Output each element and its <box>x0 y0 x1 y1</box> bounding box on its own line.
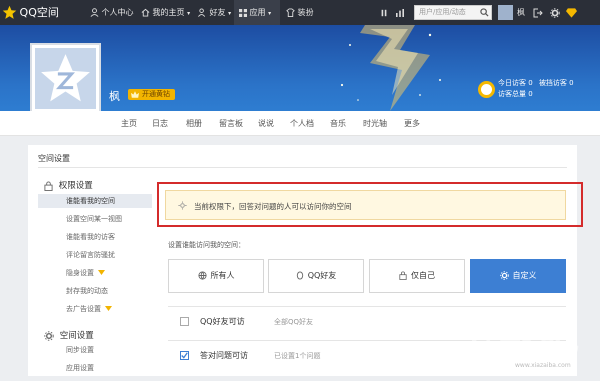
nav-profile[interactable]: 个人档 <box>290 111 314 136</box>
checkbox-qq-friends[interactable] <box>180 317 189 326</box>
sidebar-item-invisible[interactable]: 隐身设置 <box>38 266 152 280</box>
nav-shuoshuo[interactable]: 说说 <box>258 111 274 136</box>
home-icon <box>141 8 150 17</box>
search-icon[interactable] <box>480 0 489 25</box>
brand-text: QQ空间 <box>19 6 59 19</box>
checkbox-answer-question[interactable] <box>180 351 189 360</box>
my-homepage-link[interactable]: 我的主页 ▾ <box>141 0 190 25</box>
nav-blog[interactable]: 日志 <box>152 111 168 136</box>
sidebar-item-who-can-view[interactable]: 谁能看我的空间 <box>38 194 152 208</box>
nav-home[interactable]: 主页 <box>121 111 137 136</box>
nav-guestbook[interactable]: 留言板 <box>219 111 243 136</box>
chevron-down-icon: ▾ <box>187 10 191 17</box>
personal-center-label: 个人中心 <box>101 8 134 17</box>
avatar[interactable] <box>498 5 513 20</box>
row-label: 答对问题可访 <box>200 351 248 360</box>
pause-icon[interactable] <box>380 0 388 25</box>
my-homepage-label: 我的主页 <box>152 8 185 17</box>
invisible-label: 隐身设置 <box>66 269 94 277</box>
profile-avatar[interactable] <box>30 43 101 114</box>
permission-section: 权限设置 <box>44 179 93 191</box>
sidebar-item-apps[interactable]: 应用设置 <box>38 361 152 375</box>
lock-icon <box>44 181 53 191</box>
access-question: 设置谁能访问我的空间： <box>168 241 245 249</box>
total-visits-value: 0 <box>528 90 533 98</box>
gear-icon <box>44 330 54 341</box>
decorate-label: 装扮 <box>297 8 314 17</box>
friends-icon <box>198 8 206 17</box>
sidebar-item-remove-ads[interactable]: 去广告设置 <box>38 302 152 316</box>
gear-icon <box>499 271 509 280</box>
lock-icon <box>399 271 407 280</box>
row-sublabel: 全部QQ好友 <box>274 318 314 326</box>
space-section: 空间设置 <box>44 329 94 341</box>
apps-label: 应用 <box>249 8 266 17</box>
option-qq-friends[interactable]: QQ好友 <box>268 259 364 293</box>
sidebar-item-sync[interactable]: 同步设置 <box>38 343 152 357</box>
visits-today-label: 今日访客 <box>498 79 526 87</box>
shirt-icon <box>286 8 295 17</box>
option-only-me[interactable]: 仅自己 <box>369 259 465 293</box>
exit-icon[interactable] <box>533 0 543 25</box>
option-everyone-label: 所有人 <box>210 271 235 280</box>
watermark-url: www.xiazaiba.com <box>515 362 571 369</box>
visitor-badge-icon <box>478 81 495 98</box>
qzone-star-avatar-icon <box>41 54 90 102</box>
nav-more[interactable]: 更多 <box>404 111 420 136</box>
star-icon <box>2 5 17 19</box>
row-sublabel: 已设置1个问题 <box>274 352 321 360</box>
settings-sidebar: 权限设置 谁能看我的空间 设置空间某一视图 谁能看我的访客 评论留言防骚扰 隐身… <box>38 171 152 381</box>
gear-icon[interactable] <box>550 0 560 25</box>
visits-today-value: 0 <box>528 79 533 87</box>
blocked-visits-label: 被挡访客 <box>538 79 567 87</box>
remove-ads-label: 去广告设置 <box>66 305 101 313</box>
top-bar: QQ空间 个人中心 我的主页 ▾ 好友 ▾ 应用 ▾ 装扮 用户/应用/动态 枫 <box>0 0 600 25</box>
stats-icon[interactable] <box>395 0 405 25</box>
option-custom[interactable]: 自定义 <box>470 259 566 293</box>
permission-section-label: 权限设置 <box>58 181 93 191</box>
sidebar-item-archive[interactable]: 封存我的动态 <box>38 284 152 298</box>
nav-album[interactable]: 相册 <box>186 111 202 136</box>
highlight-box <box>157 182 583 227</box>
watermark: 下载吧 <box>455 315 581 361</box>
vip-open-label: 开通黄钻 <box>142 90 170 98</box>
sidebar-item-view-setting[interactable]: 设置空间某一视图 <box>38 212 152 226</box>
globe-icon <box>197 271 207 280</box>
row-label: QQ好友可访 <box>200 317 245 326</box>
decorate-link[interactable]: 装扮 <box>286 0 314 25</box>
vip-diamond-icon <box>98 270 105 275</box>
user-icon <box>90 8 99 17</box>
option-everyone[interactable]: 所有人 <box>168 259 264 293</box>
chevron-down-icon: ▾ <box>228 10 232 17</box>
sidebar-item-anti-spam[interactable]: 评论留言防骚扰 <box>38 248 152 262</box>
crown-icon <box>131 91 139 98</box>
friends-link[interactable]: 好友 ▾ <box>198 0 231 25</box>
blocked-visits-value: 0 <box>569 79 574 87</box>
check-icon <box>181 352 188 359</box>
personal-center-link[interactable]: 个人中心 <box>90 0 134 25</box>
option-only-me-label: 仅自己 <box>411 271 435 280</box>
penguin-icon <box>296 271 303 280</box>
space-section-label: 空间设置 <box>59 331 94 341</box>
nav-music[interactable]: 音乐 <box>330 111 346 136</box>
option-qq-friends-label: QQ好友 <box>307 271 337 280</box>
apps-grid-icon <box>239 8 247 17</box>
friends-label: 好友 <box>209 8 226 17</box>
qzone-logo[interactable]: QQ空间 <box>2 0 86 25</box>
profile-username[interactable]: 枫 <box>109 88 120 104</box>
nav-timeline[interactable]: 时光轴 <box>363 111 387 136</box>
divider <box>38 167 567 168</box>
profile-nav: 主页 日志 相册 留言板 说说 个人档 音乐 时光轴 更多 <box>0 111 600 136</box>
panel-title: 空间设置 <box>38 154 70 163</box>
vip-open-badge[interactable]: 开通黄钻 <box>128 89 175 100</box>
sidebar-item-who-see-visitors[interactable]: 谁能看我的访客 <box>38 230 152 244</box>
vip-diamond-icon[interactable] <box>566 0 577 25</box>
chevron-down-icon: ▾ <box>268 10 272 17</box>
banner-star-decoration <box>340 25 441 111</box>
option-custom-label: 自定义 <box>512 271 537 280</box>
apps-menu[interactable]: 应用 ▾ <box>234 0 280 25</box>
total-visits-label: 访客总量 <box>498 90 526 98</box>
top-username[interactable]: 枫 <box>517 0 525 25</box>
vip-diamond-icon <box>105 306 112 311</box>
